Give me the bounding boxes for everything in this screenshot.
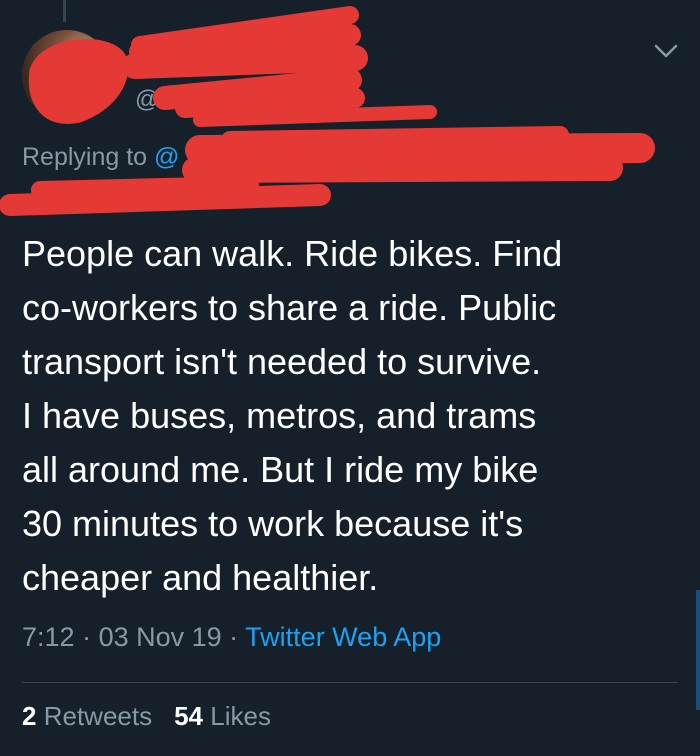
tweet-detail: en @A Replying to @ eReal.Ja People can …	[0, 0, 700, 756]
likes-label: Likes	[210, 701, 271, 731]
chevron-down-icon[interactable]	[653, 40, 679, 62]
meta-separator: ·	[221, 622, 246, 652]
user-handle[interactable]: @A	[135, 86, 175, 114]
meta-separator: ·	[74, 622, 99, 652]
avatar[interactable]	[22, 30, 112, 120]
tweet-text-line: I have buses, metros, and trams	[22, 395, 537, 436]
thread-line	[63, 0, 66, 22]
tweet-text-line: transport isn't needed to survive.	[22, 341, 542, 382]
replying-label: Replying to	[22, 143, 155, 171]
display-name-visible: en	[335, 38, 366, 68]
tweet-text-line: 30 minutes to work because it's	[22, 503, 524, 544]
tweet-text-line: co-workers to share a ride. Public	[22, 287, 557, 328]
replying-mention[interactable]: @	[154, 143, 179, 171]
tweet-time: 7:12	[22, 622, 75, 652]
likes-stat[interactable]: 54 Likes	[174, 701, 271, 731]
tweet-stats: 2 Retweets 54 Likes	[22, 701, 271, 732]
retweets-count: 2	[22, 701, 37, 731]
tweet-date: 03 Nov 19	[98, 622, 222, 652]
replying-mention-tail[interactable]: eReal.Ja	[422, 143, 509, 169]
avatar-image	[22, 30, 112, 120]
tweet-meta: 7:12 · 03 Nov 19 · Twitter Web App	[22, 622, 441, 653]
replying-to: Replying to @ eReal.Ja	[22, 143, 509, 172]
tweet-source-link[interactable]: Twitter Web App	[245, 622, 441, 652]
tweet-text-line: all around me. But I ride my bike	[22, 449, 539, 490]
tweet-text-line: cheaper and healthier.	[22, 557, 379, 598]
divider	[22, 682, 678, 683]
retweets-label: Retweets	[43, 701, 153, 731]
scrollbar[interactable]	[696, 590, 700, 710]
tweet-text-line: People can walk. Ride bikes. Find	[22, 233, 563, 274]
likes-count: 54	[174, 701, 204, 731]
retweets-stat[interactable]: 2 Retweets	[22, 701, 152, 731]
tweet-text: People can walk. Ride bikes. Find co-wor…	[22, 227, 682, 605]
